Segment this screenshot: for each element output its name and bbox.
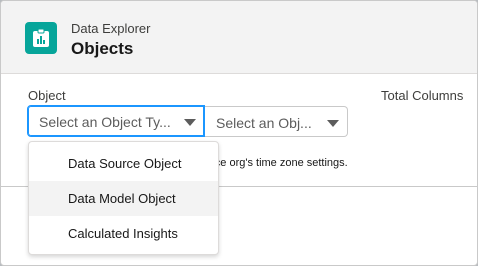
total-columns-label: Total Columns [381, 88, 464, 103]
objects-icon [25, 22, 57, 54]
object-label: Object [28, 88, 66, 103]
object-type-dropdown: Data Source Object Data Model Object Cal… [28, 141, 219, 255]
dropdown-option-data-source-object[interactable]: Data Source Object [29, 146, 218, 181]
object-select-value: Select an Obj... [216, 115, 312, 131]
helper-text: orce org's time zone settings. [205, 157, 348, 169]
chevron-down-icon [327, 120, 339, 127]
dropdown-option-calculated-insights[interactable]: Calculated Insights [29, 216, 218, 251]
data-explorer-card: Data Explorer Objects Object Total Colum… [0, 0, 478, 266]
object-select[interactable]: Select an Obj... [205, 106, 348, 137]
card-header: Data Explorer Objects [1, 1, 477, 74]
object-type-select[interactable]: Select an Object Ty... [27, 105, 205, 137]
page-title: Objects [71, 39, 134, 58]
header-eyebrow: Data Explorer [71, 21, 151, 36]
dropdown-option-data-model-object[interactable]: Data Model Object [29, 181, 218, 216]
object-type-select-value: Select an Object Ty... [39, 114, 171, 130]
chevron-down-icon [184, 119, 196, 126]
